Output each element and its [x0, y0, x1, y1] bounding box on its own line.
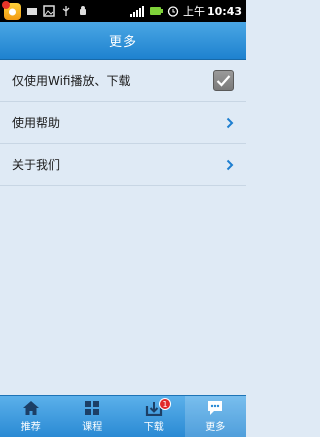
- tab-label: 课程: [82, 422, 103, 433]
- tab-recommend[interactable]: 推荐: [0, 396, 62, 437]
- android-debug-icon: [80, 6, 86, 15]
- bottom-tab-bar: 推荐 课程 1 下载 更多: [0, 395, 246, 437]
- setting-help[interactable]: 使用帮助: [0, 102, 246, 144]
- setting-label: 关于我们: [12, 158, 61, 172]
- usb-icon: [62, 6, 70, 16]
- wifi-only-checkbox[interactable]: [213, 70, 234, 91]
- settings-list: 仅使用Wifi播放、下载 使用帮助 关于我们: [0, 60, 246, 186]
- image-icon: [43, 5, 55, 17]
- signal-icon: [129, 6, 144, 17]
- battery-charging-icon: [149, 7, 163, 15]
- home-icon: [22, 401, 39, 415]
- checkmark-icon: [216, 75, 231, 87]
- tab-courses[interactable]: 课程: [62, 396, 124, 437]
- app-notification-icon: [2, 0, 21, 20]
- status-clock: 10:43: [206, 5, 242, 18]
- grid-icon: [85, 401, 100, 415]
- status-notifications: [2, 0, 89, 20]
- alarm-icon: [167, 6, 179, 17]
- title-bar: 更多: [0, 22, 246, 60]
- notification-dot: [2, 0, 10, 9]
- status-bar: 上午 10:43: [0, 0, 246, 22]
- setting-label: 仅使用Wifi播放、下载: [12, 74, 131, 88]
- keyboard-icon: [27, 8, 37, 15]
- chevron-right-icon: [226, 159, 234, 170]
- status-time: 上午 10:43: [183, 3, 242, 19]
- tab-label: 更多: [205, 422, 226, 433]
- tab-label: 推荐: [20, 422, 41, 433]
- tab-label: 下载: [143, 422, 164, 433]
- tab-downloads[interactable]: 1 下载: [123, 396, 185, 437]
- page-title: 更多: [108, 35, 137, 50]
- setting-about-us[interactable]: 关于我们: [0, 144, 246, 186]
- status-ampm: 上午: [182, 5, 205, 18]
- chat-more-icon: [208, 401, 223, 415]
- download-count-badge: 1: [159, 398, 171, 410]
- setting-label: 使用帮助: [12, 116, 61, 130]
- tab-more[interactable]: 更多: [184, 396, 246, 437]
- chevron-right-icon: [226, 117, 234, 128]
- setting-wifi-only[interactable]: 仅使用Wifi播放、下载: [0, 60, 246, 102]
